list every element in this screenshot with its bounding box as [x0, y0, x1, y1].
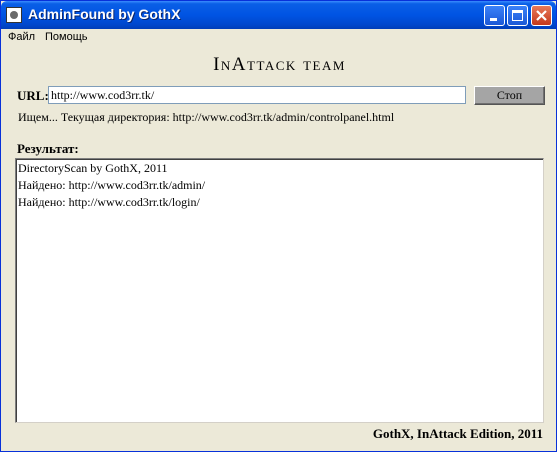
minimize-icon: [490, 18, 497, 21]
menu-file[interactable]: Файл: [8, 31, 35, 43]
result-line: DirectoryScan by GothX, 2011: [18, 161, 168, 175]
app-icon[interactable]: [6, 7, 22, 23]
menu-help[interactable]: Помощь: [45, 31, 88, 43]
app-window: AdminFound by GothX Файл Помощь InAttack…: [0, 0, 557, 452]
url-input[interactable]: [48, 86, 466, 104]
window-title: AdminFound by GothX: [28, 6, 181, 22]
status-text: Ищем... Текущая директория: http://www.c…: [18, 110, 395, 124]
maximize-button[interactable]: [507, 5, 528, 26]
minimize-button[interactable]: [484, 5, 505, 26]
close-button[interactable]: [531, 5, 552, 26]
result-label: Результат:: [17, 141, 79, 156]
result-line: Найдено: http://www.cod3rr.tk/admin/: [18, 178, 206, 192]
maximize-icon: [512, 10, 523, 21]
result-line: Найдено: http://www.cod3rr.tk/login/: [18, 195, 200, 209]
result-textarea[interactable]: DirectoryScan by GothX, 2011 Найдено: ht…: [15, 158, 544, 423]
url-label: URL:: [17, 88, 49, 103]
team-heading: InAttack team: [213, 54, 346, 75]
menu-bar: Файл Помощь: [2, 29, 556, 47]
title-bar[interactable]: AdminFound by GothX: [1, 1, 556, 29]
footer-credit: GothX, InAttack Edition, 2011: [372, 426, 543, 441]
close-icon: [536, 10, 547, 21]
stop-button[interactable]: Стоп: [474, 86, 545, 105]
